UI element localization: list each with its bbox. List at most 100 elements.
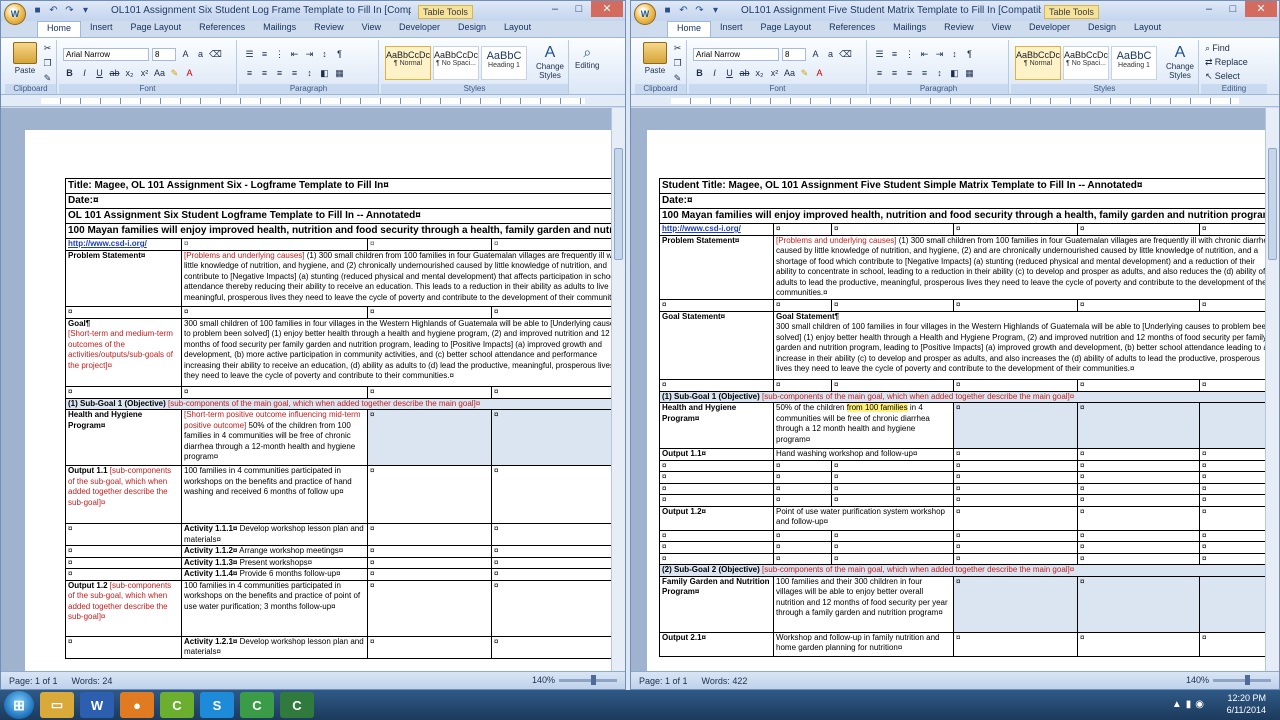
empty-cell[interactable]: ¤ xyxy=(1077,541,1200,554)
empty-cell[interactable]: ¤ xyxy=(773,298,832,312)
superscript-icon[interactable]: x² xyxy=(768,67,781,80)
output-1-1-cell[interactable]: Output 1.1 [sub-components of the sub-go… xyxy=(65,465,182,524)
empty-cell[interactable]: ¤ xyxy=(491,545,611,558)
empty-cell[interactable]: ¤ xyxy=(1199,298,1265,312)
empty-cell[interactable]: ¤ xyxy=(831,298,954,312)
activity-cell[interactable]: Activity 1.1.4¤ Provide 6 months follow-… xyxy=(181,568,368,581)
empty-cell[interactable]: ¤ xyxy=(491,579,611,637)
clear-format-icon[interactable]: ⌫ xyxy=(209,48,222,61)
hh-cell[interactable]: 50% of the children from 100 families in… xyxy=(773,402,954,449)
hh-cell[interactable]: [Short-term positive outcome influencing… xyxy=(181,409,368,466)
goal-cell[interactable]: Goal¶ [Short-term and medium-term outcome… xyxy=(65,317,182,387)
doc-title-row[interactable]: Title: Magee, OL 101 Assignment Six - Lo… xyxy=(65,178,611,194)
empty-cell[interactable]: ¤ xyxy=(953,482,1078,495)
empty-cell[interactable]: ¤ xyxy=(659,471,774,484)
hh-label[interactable]: Health and Hygiene Program¤ xyxy=(65,409,182,466)
decrease-indent-icon[interactable]: ⇤ xyxy=(288,48,301,61)
redo-icon[interactable]: ↷ xyxy=(693,4,706,17)
empty-cell[interactable]: ¤ xyxy=(1077,494,1200,507)
style-heading-1[interactable]: AaBbC Heading 1 xyxy=(481,46,527,80)
output-1-1-text[interactable]: Hand washing workshop and follow-up¤ xyxy=(773,448,954,461)
maximize-icon[interactable]: □ xyxy=(567,1,591,17)
clear-format-icon[interactable]: ⌫ xyxy=(839,48,852,61)
tab-page-layout[interactable]: Page Layout xyxy=(122,21,191,37)
shrink-font-icon[interactable]: a xyxy=(824,48,837,61)
empty-cell[interactable]: ¤ xyxy=(491,385,611,399)
vertical-scrollbar[interactable] xyxy=(611,108,625,671)
doc-goal-row[interactable]: 100 Mayan families will enjoy improved h… xyxy=(65,223,611,239)
tab-references[interactable]: References xyxy=(820,21,884,37)
empty-cell[interactable]: ¤ xyxy=(1199,505,1265,531)
redo-icon[interactable]: ↷ xyxy=(63,4,76,17)
grow-font-icon[interactable]: A xyxy=(179,48,192,61)
empty-cell[interactable]: ¤ xyxy=(773,529,832,542)
align-center-icon[interactable]: ≡ xyxy=(888,67,901,80)
goal-label[interactable]: Goal Statement¤ xyxy=(659,310,774,380)
minimize-icon[interactable]: – xyxy=(543,1,567,17)
empty-cell[interactable]: ¤ xyxy=(1077,298,1200,312)
save-icon[interactable]: ■ xyxy=(661,4,674,17)
empty-cell[interactable]: ¤ xyxy=(1077,402,1200,449)
customize-qat-icon[interactable]: ▾ xyxy=(709,4,722,17)
highlight-icon[interactable]: ✎ xyxy=(168,67,181,80)
italic-icon[interactable]: I xyxy=(78,67,91,80)
style-no-spacing[interactable]: AaBbCcDc ¶ No Spaci... xyxy=(1063,46,1109,80)
empty-cell[interactable]: ¤ xyxy=(773,223,832,236)
shrink-font-icon[interactable]: a xyxy=(194,48,207,61)
tab-view[interactable]: View xyxy=(353,21,390,37)
multilevel-list-icon[interactable]: ⋮ xyxy=(903,48,916,61)
borders-icon[interactable]: ▦ xyxy=(963,67,976,80)
output-1-2-text[interactable]: Point of use water purification system w… xyxy=(773,505,954,531)
font-size-box[interactable]: 8 xyxy=(152,48,176,61)
line-spacing-icon[interactable]: ↕ xyxy=(933,67,946,80)
activity-cell[interactable]: Activity 1.1.3¤ Present workshops¤ xyxy=(181,556,368,569)
zoom-slider[interactable] xyxy=(1213,675,1271,685)
empty-cell[interactable]: ¤ xyxy=(659,552,774,565)
problem-label[interactable]: Problem Statement¤ xyxy=(65,249,182,307)
style-no-spacing[interactable]: AaBbCcDc ¶ No Spaci... xyxy=(433,46,479,80)
empty-cell[interactable]: ¤ xyxy=(1199,471,1265,484)
borders-icon[interactable]: ▦ xyxy=(333,67,346,80)
style-heading-1[interactable]: AaBbC Heading 1 xyxy=(1111,46,1157,80)
cut-icon[interactable]: ✂ xyxy=(671,42,684,55)
empty-cell[interactable]: ¤ xyxy=(659,298,774,312)
empty-cell[interactable]: ¤ xyxy=(1077,223,1200,236)
output-2-1-label[interactable]: Output 2.1¤ xyxy=(659,631,774,657)
empty-cell[interactable]: ¤ xyxy=(831,541,954,554)
empty-cell[interactable]: ¤ xyxy=(181,305,368,319)
minimize-icon[interactable]: – xyxy=(1197,1,1221,17)
empty-cell[interactable]: ¤ xyxy=(1077,552,1200,565)
empty-cell[interactable]: ¤ xyxy=(953,402,1078,449)
horizontal-ruler[interactable] xyxy=(1,95,625,107)
tab-mailings[interactable]: Mailings xyxy=(884,21,935,37)
paste-button[interactable]: Paste xyxy=(643,42,667,75)
change-styles-button[interactable]: A Change Styles xyxy=(1163,44,1197,80)
empty-cell[interactable]: ¤ xyxy=(773,541,832,554)
copy-icon[interactable]: ❐ xyxy=(41,57,54,70)
empty-cell[interactable]: ¤ xyxy=(65,568,182,581)
empty-cell[interactable]: ¤ xyxy=(65,635,182,659)
empty-cell[interactable]: ¤ xyxy=(1077,448,1200,461)
empty-cell[interactable]: ¤ xyxy=(953,494,1078,507)
multilevel-list-icon[interactable]: ⋮ xyxy=(273,48,286,61)
page-count[interactable]: Page: 1 of 1 xyxy=(639,676,688,686)
page-count[interactable]: Page: 1 of 1 xyxy=(9,676,58,686)
find-button[interactable]: ⌕ Find xyxy=(1205,42,1265,55)
word-count[interactable]: Words: 422 xyxy=(702,676,748,686)
grow-font-icon[interactable]: A xyxy=(809,48,822,61)
justify-icon[interactable]: ≡ xyxy=(918,67,931,80)
empty-cell[interactable]: ¤ xyxy=(659,494,774,507)
word-icon[interactable]: W xyxy=(80,692,114,718)
empty-cell[interactable]: ¤ xyxy=(953,298,1078,312)
change-case-icon[interactable]: Aa xyxy=(153,67,166,80)
doc-date-row[interactable]: Date:¤ xyxy=(659,193,1265,209)
tab-developer[interactable]: Developer xyxy=(1020,21,1079,37)
empty-cell[interactable]: ¤ xyxy=(659,541,774,554)
subgoal-1-row[interactable]: (1) Sub-Goal 1 (Objective) [sub-componen… xyxy=(65,397,611,410)
align-left-icon[interactable]: ≡ xyxy=(243,67,256,80)
empty-cell[interactable]: ¤ xyxy=(953,529,1078,542)
url-link[interactable]: http://www.csd-i.org/ xyxy=(662,224,741,233)
empty-cell[interactable]: ¤ xyxy=(367,305,492,319)
empty-cell[interactable]: ¤ xyxy=(367,579,492,637)
empty-cell[interactable]: ¤ xyxy=(1077,505,1200,531)
